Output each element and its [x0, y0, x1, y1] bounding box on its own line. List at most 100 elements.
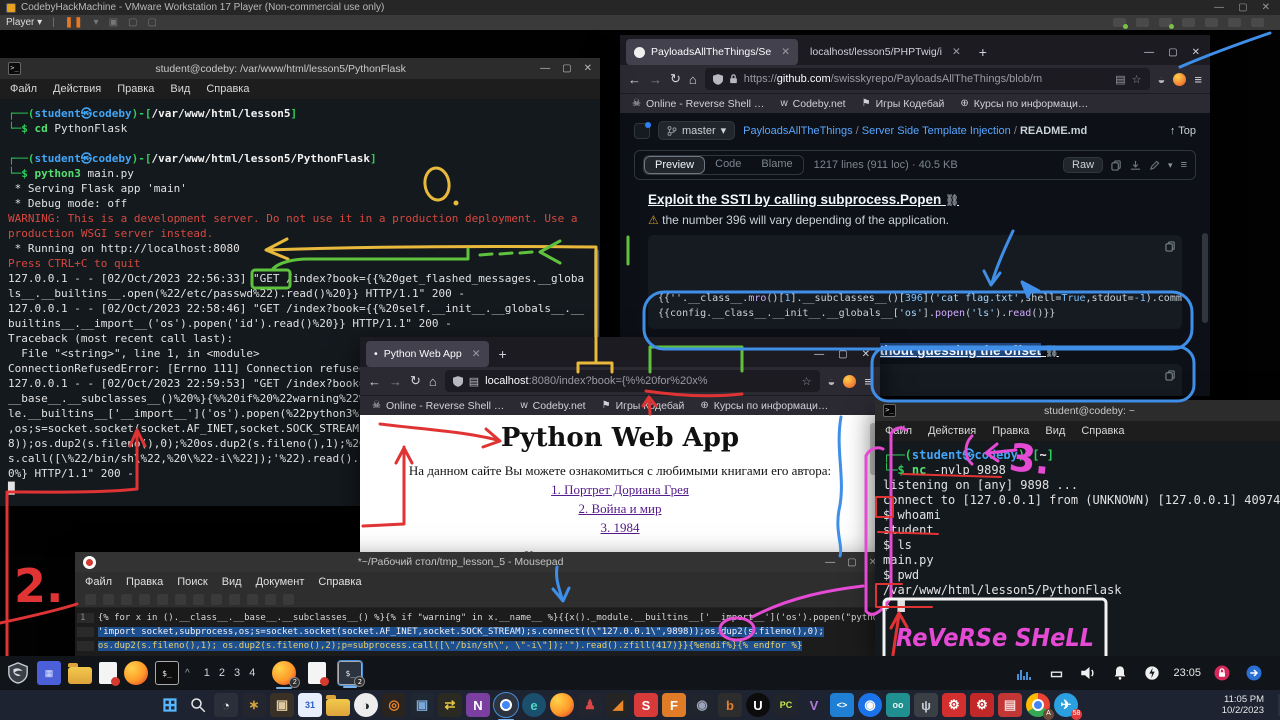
book-link-3[interactable]: 3. 1984 [360, 520, 880, 536]
new-tab-button[interactable]: + [493, 346, 513, 362]
file-explorer-icon[interactable] [326, 699, 350, 716]
carrot-app-icon[interactable]: ◢ [606, 693, 630, 717]
home-button[interactable]: ⌂ [689, 72, 697, 87]
back-button[interactable]: ← [368, 374, 381, 389]
menu-item[interactable]: Файл [85, 576, 112, 588]
extension-icon[interactable] [1173, 73, 1186, 86]
usb-device-icon[interactable] [1182, 18, 1195, 27]
terminal-output[interactable]: ┌──(student㉿codeby)-[~]└─$ nc -nvlp 9898… [875, 441, 1280, 656]
search-button[interactable] [186, 693, 210, 717]
menu-item[interactable]: Правка [992, 425, 1029, 437]
desktop-launcher-icon[interactable] [37, 661, 61, 685]
pocket-icon[interactable]: ◒ [828, 374, 836, 389]
window-close-button[interactable]: ✕ [862, 349, 870, 360]
volume-icon[interactable] [1076, 661, 1100, 685]
bookmark-star-icon[interactable]: ☆ [1132, 73, 1142, 86]
window-close-button[interactable]: ✕ [584, 63, 592, 74]
edit-dropdown-icon[interactable]: ▾ [1168, 160, 1173, 171]
bookmark-item[interactable]: ☠Online - Reverse Shell … [372, 400, 504, 412]
screenlock-icon[interactable] [1210, 661, 1234, 685]
start-button[interactable]: ⊞ [158, 693, 182, 717]
menu-item[interactable]: Вид [170, 83, 190, 95]
session-icon[interactable] [1242, 661, 1266, 685]
menu-item[interactable]: Справка [1081, 425, 1124, 437]
toolbar-icon[interactable] [139, 594, 150, 605]
bookmark-item[interactable]: wCodeby.net [780, 98, 845, 110]
menu-hamburger-icon[interactable]: ≡ [1194, 72, 1202, 87]
power-manager-icon[interactable] [1140, 661, 1164, 685]
toolbar-icon[interactable] [283, 594, 294, 605]
screen-tray-icon[interactable]: ▭ [1044, 661, 1068, 685]
edit-pencil-icon[interactable] [1149, 160, 1160, 171]
tab-preview[interactable]: Preview [644, 156, 705, 174]
forward-button[interactable]: → [389, 374, 402, 389]
vm-pause-button[interactable]: ❚❚ [65, 17, 84, 28]
menu-item[interactable]: Действия [53, 83, 101, 95]
branch-selector[interactable]: master ▾ [658, 121, 735, 140]
unreal-app-icon[interactable]: U [746, 693, 770, 717]
window-maximize-button[interactable]: ▢ [1168, 47, 1177, 58]
toolbox-app-icon[interactable]: ▤ [998, 693, 1022, 717]
book-link-1[interactable]: 1. Портрет Дориана Грея [360, 482, 880, 498]
tab-close-icon[interactable]: ✕ [952, 46, 961, 58]
copy-icon[interactable] [1111, 160, 1122, 171]
bookmark-item[interactable]: ⊕Курсы по информаци… [960, 98, 1088, 110]
cube-app-icon[interactable]: ▣ [410, 693, 434, 717]
url-bar[interactable]: ▤ localhost:8080/index?book={%%20for%20x… [445, 370, 820, 392]
tracking-shield-icon[interactable] [453, 376, 463, 387]
map-pin-app-icon[interactable]: ◉ [858, 693, 882, 717]
copy-icon[interactable] [1165, 370, 1176, 381]
tracking-shield-icon[interactable] [713, 74, 723, 85]
s-red-app-icon[interactable]: S [634, 693, 658, 717]
breadcrumb-repo-link[interactable]: PayloadsAllTheThings [743, 125, 852, 137]
bookmark-item[interactable]: ☠Online - Reverse Shell … [632, 98, 764, 110]
gauge-app-icon[interactable]: ◔ [214, 693, 238, 717]
window-minimize-button[interactable]: — [825, 557, 835, 568]
settings-device-icon[interactable] [1228, 18, 1241, 27]
new-tab-button[interactable]: + [973, 44, 993, 60]
cpu-graph-icon[interactable] [1012, 661, 1036, 685]
book-link-2[interactable]: 2. Война и мир [360, 501, 880, 517]
arrows-app-icon[interactable]: ⇄ [438, 693, 462, 717]
tab-python-web-app[interactable]: • Python Web App ✕ [366, 341, 489, 367]
taskbar-terminal-window[interactable]: 2 [338, 661, 362, 685]
menu-item[interactable]: Файл [885, 425, 912, 437]
heading-link-icon[interactable]: ⛓ [945, 195, 959, 207]
photos-app-icon[interactable]: ▣ [270, 693, 294, 717]
extension-icon[interactable] [843, 375, 856, 388]
download-icon[interactable] [1130, 160, 1141, 171]
notification-bell-icon[interactable] [1108, 661, 1132, 685]
mousepad-launcher-icon[interactable] [99, 662, 117, 684]
raw-button[interactable]: Raw [1063, 157, 1103, 173]
terminal-titlebar[interactable]: >_ student@codeby: ~ [875, 400, 1280, 421]
pocket-icon[interactable]: ◒ [1158, 72, 1166, 87]
window-maximize-button[interactable]: ▢ [562, 63, 571, 74]
network-device-icon[interactable] [1159, 18, 1172, 27]
vm-keyboard-button[interactable]: ▣ [109, 17, 118, 28]
calendar-app-icon[interactable]: 31 [298, 693, 322, 717]
editor-content[interactable]: 1 {% for x in ().__class__.__base__.__su… [75, 608, 885, 656]
reader-view-icon[interactable]: ▤ [1115, 73, 1125, 86]
vscode-icon[interactable]: <> [830, 693, 854, 717]
red-coat-app-icon[interactable]: ♟ [578, 693, 602, 717]
toolbar-icon[interactable] [229, 594, 240, 605]
teal-app-icon[interactable]: oo [886, 693, 910, 717]
heading-link-icon[interactable]: ⛓ [1045, 346, 1059, 358]
reload-button[interactable]: ↻ [670, 71, 681, 87]
f-orange-app-icon[interactable]: F [662, 693, 686, 717]
panel-chevron-icon[interactable]: ^ [185, 668, 190, 679]
vm-fullscreen-button[interactable]: ▢ [128, 17, 137, 28]
menu-item[interactable]: Справка [318, 576, 361, 588]
toolbar-icon[interactable] [211, 594, 222, 605]
terminal-titlebar[interactable]: >_ student@codeby: /var/www/html/lesson5… [0, 58, 600, 79]
toolbar-icon[interactable] [193, 594, 204, 605]
window-minimize-button[interactable]: — [814, 349, 824, 360]
vmware-maximize-button[interactable]: ▢ [1238, 2, 1247, 13]
telegram-icon[interactable]: ✈58 [1054, 693, 1078, 717]
copy-icon[interactable] [1165, 241, 1176, 252]
menu-item[interactable]: Поиск [177, 576, 207, 588]
forward-button[interactable]: → [649, 72, 662, 87]
menu-item[interactable]: Действия [928, 425, 976, 437]
orange-ring-app-icon[interactable]: ◎ [382, 693, 406, 717]
window-maximize-button[interactable]: ▢ [838, 349, 847, 360]
